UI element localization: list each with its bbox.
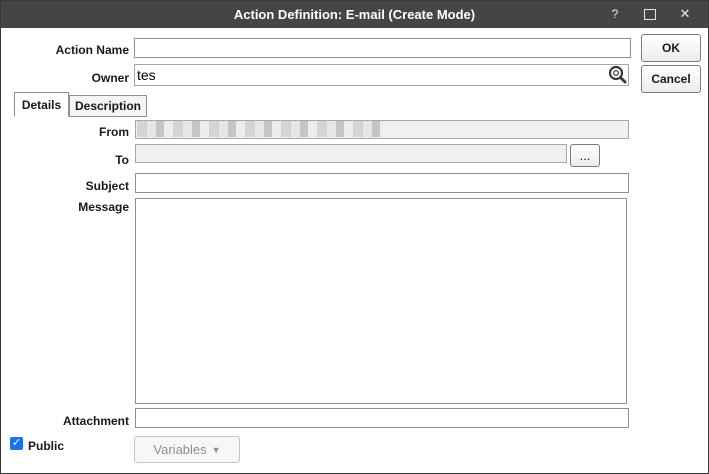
help-button[interactable]: ? bbox=[604, 3, 626, 25]
attachment-input[interactable] bbox=[135, 408, 629, 428]
ok-button[interactable]: OK bbox=[641, 34, 701, 62]
to-browse-button[interactable]: ... bbox=[570, 144, 600, 167]
maximize-button[interactable] bbox=[639, 3, 661, 25]
search-icon bbox=[608, 65, 627, 84]
tab-description[interactable]: Description bbox=[69, 95, 147, 117]
chevron-down-icon: ▼ bbox=[211, 444, 221, 455]
public-checkbox[interactable]: ✓ bbox=[10, 437, 23, 450]
tab-details[interactable]: Details bbox=[14, 92, 69, 117]
title-bar[interactable]: Action Definition: E-mail (Create Mode) … bbox=[1, 1, 708, 28]
action-name-label: Action Name bbox=[55, 43, 129, 57]
to-label: To bbox=[115, 153, 129, 167]
variables-label: Variables bbox=[153, 442, 207, 457]
redacted-email-blur bbox=[137, 121, 383, 137]
close-icon: ✕ bbox=[679, 6, 691, 21]
to-field[interactable] bbox=[135, 144, 567, 163]
variables-button[interactable]: Variables ▼ bbox=[134, 436, 240, 463]
email-action-dialog: Action Definition: E-mail (Create Mode) … bbox=[0, 0, 709, 474]
dialog-title: Action Definition: E-mail (Create Mode) bbox=[233, 7, 476, 22]
help-icon: ? bbox=[611, 7, 619, 21]
owner-label: Owner bbox=[91, 71, 129, 85]
owner-search-button[interactable] bbox=[607, 64, 629, 84]
action-name-input[interactable] bbox=[134, 38, 631, 58]
checkbox-checked-icon: ✓ bbox=[11, 437, 22, 449]
owner-input[interactable] bbox=[134, 64, 629, 86]
from-label: From bbox=[99, 125, 129, 139]
message-textarea[interactable] bbox=[135, 198, 627, 404]
public-label[interactable]: Public bbox=[28, 439, 64, 453]
close-button[interactable]: ✕ bbox=[674, 3, 696, 25]
message-label: Message bbox=[78, 200, 129, 214]
cancel-button[interactable]: Cancel bbox=[641, 65, 701, 93]
subject-input[interactable] bbox=[135, 173, 629, 193]
subject-label: Subject bbox=[85, 179, 129, 193]
maximize-icon bbox=[644, 8, 656, 20]
attachment-label: Attachment bbox=[62, 414, 129, 428]
